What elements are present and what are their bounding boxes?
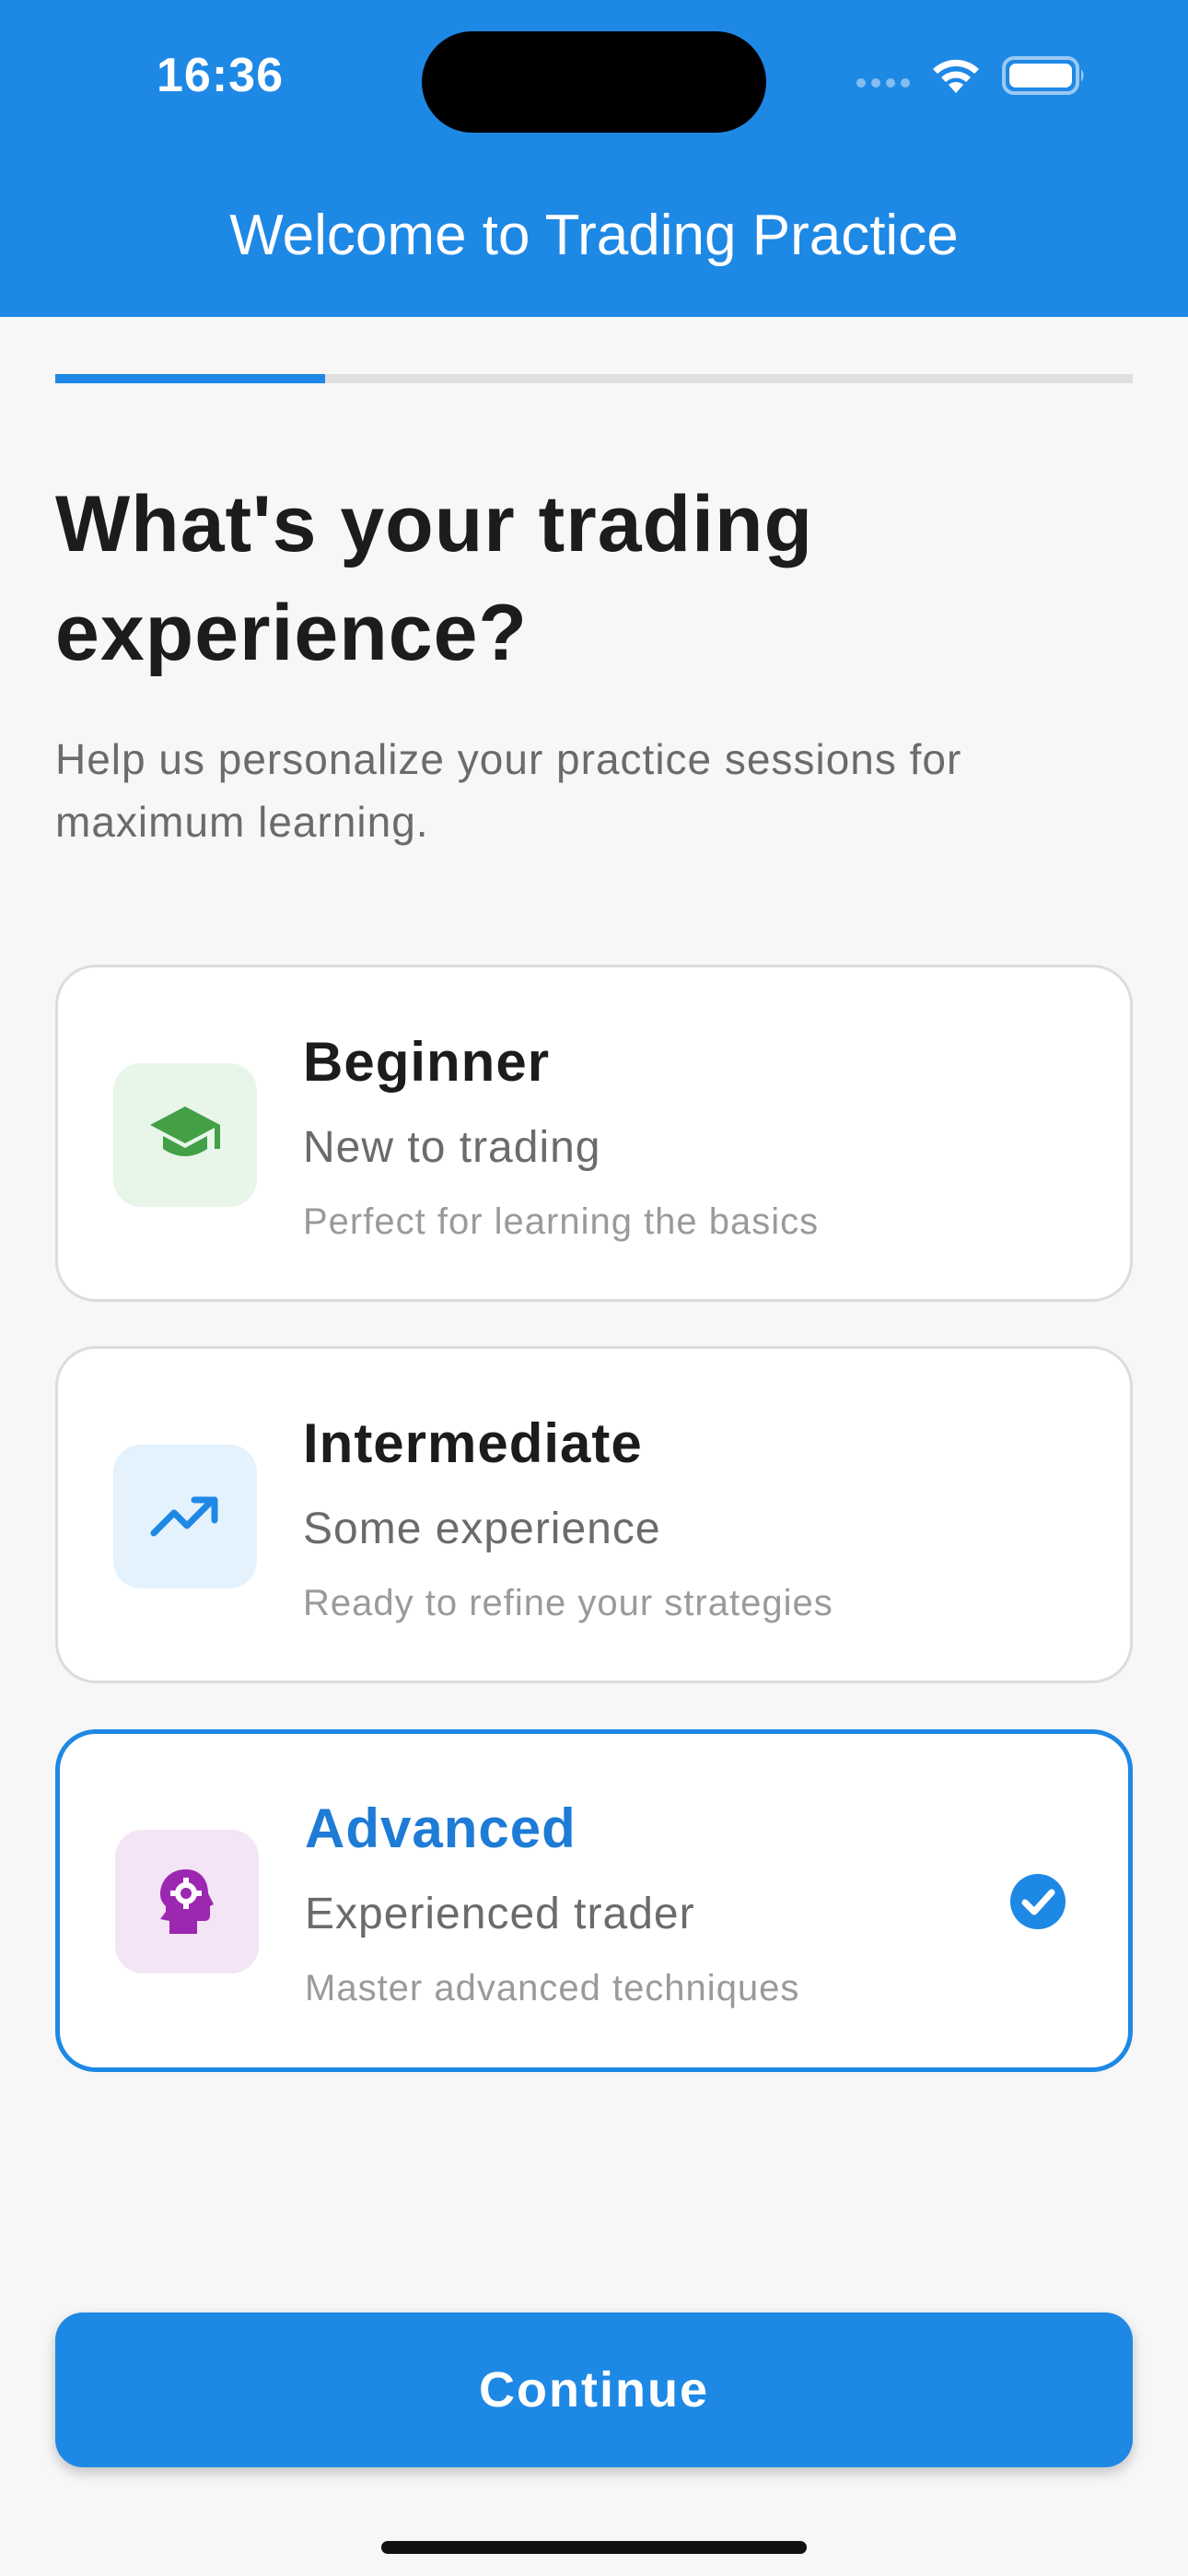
onboarding-progress-bar: [55, 374, 1133, 383]
option-card-advanced[interactable]: Advanced Experienced trader Master advan…: [55, 1729, 1133, 2072]
option-title: Intermediate: [303, 1412, 643, 1474]
check-circle-icon: [1010, 1874, 1066, 1929]
option-subtitle: New to trading: [303, 1123, 601, 1172]
cellular-signal-icon: [856, 78, 910, 88]
graduation-cap-icon: [150, 1107, 220, 1156]
app-header: 16:36 Welcome to Trading Practice: [0, 0, 1188, 317]
home-indicator: [381, 2541, 807, 2554]
option-title: Beginner: [303, 1031, 551, 1093]
status-icons: [856, 55, 1087, 96]
header-title: Welcome to Trading Practice: [229, 204, 959, 267]
battery-icon: [1002, 56, 1084, 95]
wifi-icon: [933, 59, 979, 93]
option-description: Ready to refine your strategies: [303, 1583, 833, 1623]
option-icon-container: [113, 1063, 257, 1207]
option-subtitle: Some experience: [303, 1505, 661, 1553]
dynamic-island: [422, 31, 766, 133]
onboarding-screen: 16:36 Welcome to Trading Practice What's…: [0, 0, 1188, 2576]
question-subtitle: Help us personalize your practice sessio…: [55, 735, 962, 846]
trending-up-icon: [150, 1496, 218, 1537]
question-title: What's your trading experience?: [55, 480, 814, 677]
option-subtitle: Experienced trader: [305, 1890, 695, 1938]
option-card-beginner[interactable]: Beginner New to trading Perfect for lear…: [55, 965, 1133, 1302]
option-description: Master advanced techniques: [305, 1968, 800, 2008]
option-icon-container: [115, 1830, 259, 1973]
option-card-intermediate[interactable]: Intermediate Some experience Ready to re…: [55, 1346, 1133, 1683]
psychology-head-icon: [160, 1869, 214, 1934]
progress-fill: [55, 374, 325, 383]
option-icon-container: [113, 1445, 257, 1588]
continue-button[interactable]: Continue: [55, 2313, 1133, 2467]
option-description: Perfect for learning the basics: [303, 1201, 820, 1242]
option-title: Advanced: [305, 1797, 577, 1859]
status-time: 16:36: [157, 49, 284, 102]
